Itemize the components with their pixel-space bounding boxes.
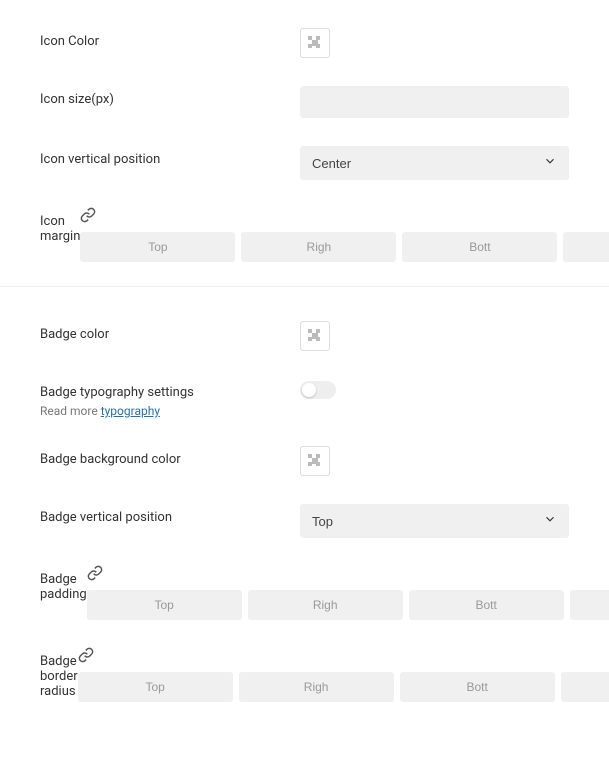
label-badge-bg: Badge background color: [40, 446, 300, 467]
label-icon-color: Icon Color: [40, 28, 300, 49]
icon-vpos-select[interactable]: Center: [300, 146, 569, 180]
badge-radius-bottom[interactable]: [400, 672, 555, 702]
row-icon-size: Icon size(px): [0, 72, 609, 132]
label-badge-color: Badge color: [40, 321, 300, 342]
typo-readmore-text: Read more: [40, 404, 101, 418]
label-icon-size: Icon size(px): [40, 86, 300, 107]
icon-margin-bottom[interactable]: [402, 232, 557, 262]
row-icon-vpos: Icon vertical position Center: [0, 132, 609, 194]
icon-size-input[interactable]: [300, 86, 569, 118]
link-icon[interactable]: [80, 207, 96, 227]
row-icon-color: Icon Color: [0, 14, 609, 72]
icon-margin-right[interactable]: [241, 232, 396, 262]
badge-radius-right[interactable]: [239, 672, 394, 702]
icon-margin-left[interactable]: [563, 232, 609, 262]
row-badge-padding: Badge padding px: [0, 552, 609, 634]
typography-link[interactable]: typography: [101, 404, 160, 418]
row-badge-radius: Badge border radius px%: [0, 634, 609, 716]
label-badge-typography: Badge typography settings: [40, 385, 300, 400]
label-badge-radius: Badge border radius: [40, 648, 78, 699]
section-divider: [0, 286, 609, 287]
row-badge-typography: Badge typography settings Read more typo…: [0, 365, 609, 432]
badge-padding-top[interactable]: [87, 590, 242, 620]
label-badge-vpos: Badge vertical position: [40, 504, 300, 525]
badge-radius-left[interactable]: [561, 672, 609, 702]
link-icon[interactable]: [87, 565, 103, 585]
row-badge-bg: Badge background color: [0, 432, 609, 490]
badge-color-picker[interactable]: [300, 321, 330, 351]
transparency-icon: [308, 36, 322, 50]
badge-typography-toggle[interactable]: [300, 381, 336, 399]
row-badge-color: Badge color: [0, 307, 609, 365]
row-badge-vpos: Badge vertical position Top: [0, 490, 609, 552]
label-badge-padding: Badge padding: [40, 566, 87, 602]
icon-color-picker[interactable]: [300, 28, 330, 58]
badge-padding-left[interactable]: [570, 590, 609, 620]
badge-bg-picker[interactable]: [300, 446, 330, 476]
icon-margin-top[interactable]: [80, 232, 235, 262]
badge-padding-bottom[interactable]: [409, 590, 564, 620]
badge-radius-top[interactable]: [78, 672, 233, 702]
row-icon-margin: Icon margin px: [0, 194, 609, 276]
toggle-knob: [302, 383, 316, 397]
transparency-icon: [308, 329, 322, 343]
label-icon-margin: Icon margin: [40, 208, 80, 244]
label-badge-typography-sub: Read more typography: [40, 404, 300, 418]
transparency-icon: [308, 454, 322, 468]
label-icon-vpos: Icon vertical position: [40, 146, 300, 167]
badge-vpos-select[interactable]: Top: [300, 504, 569, 538]
badge-padding-right[interactable]: [248, 590, 403, 620]
link-icon[interactable]: [78, 647, 94, 667]
